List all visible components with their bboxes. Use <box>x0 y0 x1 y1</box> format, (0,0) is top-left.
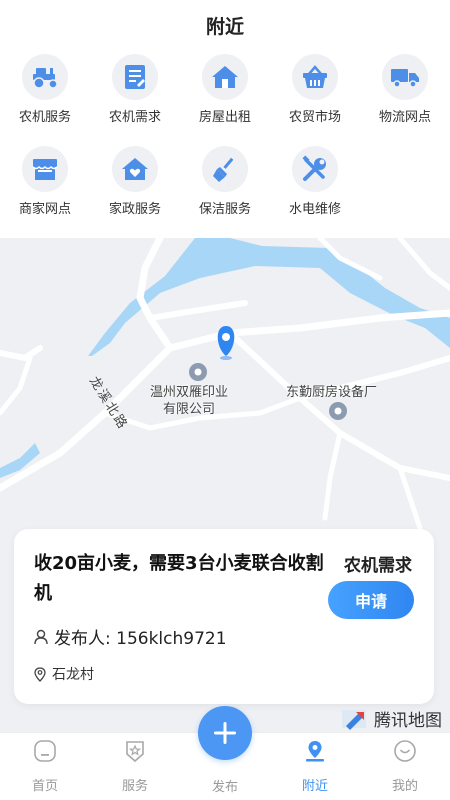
icon-circle <box>292 54 338 100</box>
tab-service[interactable]: 服务 <box>90 733 180 800</box>
service-label: 农贸市场 <box>288 110 341 125</box>
truck-icon <box>391 69 419 88</box>
service-row-1: 农机服务 农机需求 房屋出租 农贸市场 物流网点 <box>0 52 450 144</box>
heart-house-icon <box>122 158 148 180</box>
house-icon <box>212 66 238 88</box>
service-plumbing-electric[interactable]: 水电维修 <box>270 144 360 236</box>
icon-circle <box>22 54 68 100</box>
poi-label: 东勤厨房设备厂 <box>286 385 378 400</box>
card-title: 收20亩小麦，需要3台小麦联合收割机 <box>34 553 324 604</box>
tab-label: 附近 <box>301 779 328 794</box>
watermark-text: 腾讯地图 <box>374 711 442 731</box>
service-merchant[interactable]: 商家网点 <box>0 144 90 236</box>
service-label: 农机需求 <box>108 110 161 125</box>
icon-circle <box>382 54 428 100</box>
service-housekeeping[interactable]: 家政服务 <box>90 144 180 236</box>
service-grid: 农机服务 农机需求 房屋出租 农贸市场 物流网点 商家网点 家政服务 保洁服务 … <box>0 50 450 236</box>
map-watermark: 腾讯地图 <box>342 706 442 731</box>
broom-icon <box>213 157 234 182</box>
tractor-icon <box>33 68 58 89</box>
nearby-icon <box>306 741 324 762</box>
service-farm-machinery[interactable]: 农机服务 <box>0 52 90 144</box>
tab-nearby[interactable]: 附近 <box>270 733 360 800</box>
tab-label: 服务 <box>121 779 148 794</box>
apply-button[interactable]: 申请 <box>328 581 414 619</box>
icon-circle <box>292 146 338 192</box>
service-house-rental[interactable]: 房屋出租 <box>180 52 270 144</box>
service-label: 商家网点 <box>18 202 71 217</box>
location-row: 石龙村 <box>34 664 94 684</box>
tab-home[interactable]: 首页 <box>0 733 90 800</box>
service-logistics[interactable]: 物流网点 <box>360 52 450 144</box>
service-farmers-market[interactable]: 农贸市场 <box>270 52 360 144</box>
profile-icon <box>394 740 416 762</box>
tab-label: 首页 <box>31 779 58 794</box>
poi-label: 温州双雁印业 有限公司 <box>150 385 229 417</box>
publisher-text: 发布人: 156klch9721 <box>54 629 227 649</box>
header: 附近 <box>0 0 450 50</box>
basket-icon <box>303 65 327 88</box>
icon-circle <box>112 146 158 192</box>
service-icon <box>126 741 144 763</box>
page-title: 附近 <box>205 15 244 38</box>
service-label: 保洁服务 <box>198 202 251 217</box>
service-label: 家政服务 <box>108 202 161 217</box>
user-icon <box>34 629 48 644</box>
location-text: 石龙村 <box>52 667 94 683</box>
demand-card[interactable]: 收20亩小麦，需要3台小麦联合收割机 农机需求 申请 发布人: 156klch9… <box>14 529 434 704</box>
service-label: 物流网点 <box>378 110 431 125</box>
service-machinery-demand[interactable]: 农机需求 <box>90 52 180 144</box>
wrench-screwdriver-icon <box>302 155 326 181</box>
icon-circle <box>202 146 248 192</box>
icon-circle <box>22 146 68 192</box>
document-icon <box>125 65 145 89</box>
tencent-map-logo-icon <box>342 709 366 730</box>
card-category-tag: 农机需求 <box>344 556 412 576</box>
service-label: 水电维修 <box>288 202 341 217</box>
home-icon <box>34 740 56 762</box>
store-icon <box>32 159 58 180</box>
service-label: 房屋出租 <box>198 110 251 125</box>
icon-circle <box>202 54 248 100</box>
tab-profile[interactable]: 我的 <box>360 733 450 800</box>
service-row-2: 商家网点 家政服务 保洁服务 水电维修 <box>0 144 450 236</box>
icon-circle <box>112 54 158 100</box>
location-pin-icon <box>34 666 46 682</box>
publisher-row: 发布人: 156klch9721 <box>34 624 227 649</box>
tab-label: 发布 <box>211 780 238 795</box>
service-cleaning[interactable]: 保洁服务 <box>180 144 270 236</box>
nearby-page: 附近 农机服务 农机需求 房屋出租 农贸市场 物流网点 商家网点 家政服务 保洁… <box>0 0 450 800</box>
plus-icon <box>214 722 236 744</box>
tab-label: 我的 <box>391 779 418 794</box>
publish-button[interactable] <box>198 706 252 760</box>
service-label: 农机服务 <box>18 110 71 125</box>
